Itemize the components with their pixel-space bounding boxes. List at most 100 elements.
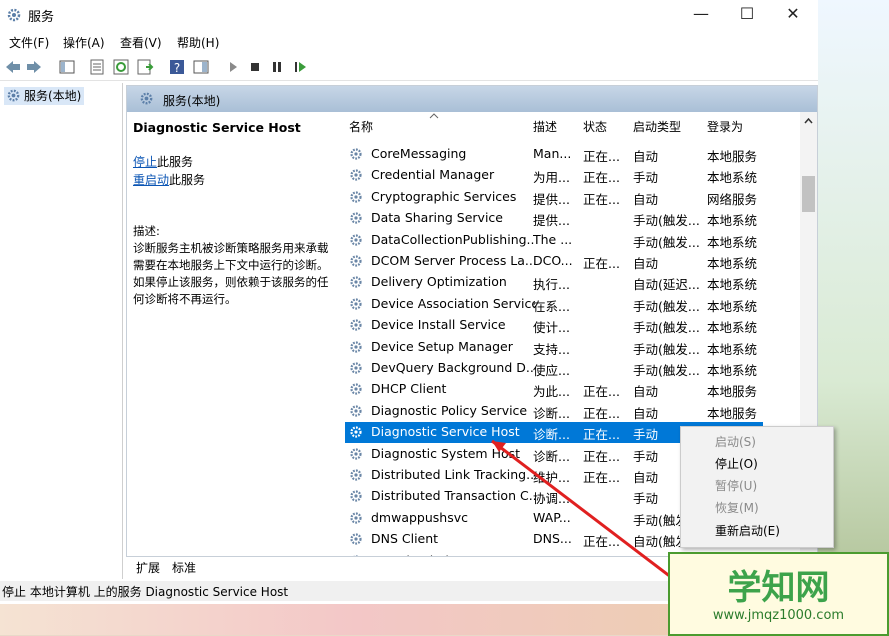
service-logon: 本地系统 xyxy=(707,277,758,293)
maximize-button[interactable]: ☐ xyxy=(724,0,770,28)
service-gear-icon xyxy=(350,212,362,224)
service-name: DHCP Client xyxy=(371,381,447,397)
col-status[interactable]: 状态 xyxy=(583,118,607,135)
service-gear-icon xyxy=(350,233,362,246)
service-status: 正在... xyxy=(583,405,620,421)
service-description: 协调... xyxy=(533,491,570,507)
minimize-button[interactable]: — xyxy=(678,0,724,28)
service-name: Device Install Service xyxy=(371,317,506,333)
pause-service-icon[interactable] xyxy=(268,58,286,76)
service-status: 正在... xyxy=(583,448,620,464)
refresh-icon[interactable] xyxy=(112,58,130,76)
ctx-resume[interactable]: 恢复(M) xyxy=(715,499,759,516)
service-description: 提供... xyxy=(533,213,570,229)
tab-standard[interactable]: 标准 xyxy=(172,559,196,576)
stop-suffix: 此服务 xyxy=(157,155,194,169)
service-status: 正在... xyxy=(583,384,620,400)
service-row[interactable]: Cryptographic Services 提供... 正在... 自动 网络服务 xyxy=(345,187,763,208)
sort-up-icon xyxy=(429,113,439,119)
service-row[interactable]: DevQuery Background D... 使应... 手动(触发... 本地系… xyxy=(345,358,763,379)
service-name: Distributed Transaction C... xyxy=(371,488,535,504)
action-pane-icon[interactable] xyxy=(192,58,210,76)
service-row[interactable]: DCOM Server Process La... DCO... 正在... 自动 本地… xyxy=(345,251,763,272)
col-startup-type[interactable]: 启动类型 xyxy=(633,118,681,135)
service-gear-icon xyxy=(350,255,362,267)
service-description: 执行... xyxy=(533,277,570,293)
service-row[interactable]: Delivery Optimization 执行... 自动(延迟... 本地系统 xyxy=(345,272,763,293)
ctx-start[interactable]: 启动(S) xyxy=(715,433,756,450)
properties-icon[interactable] xyxy=(88,58,106,76)
svg-text:?: ? xyxy=(174,61,180,75)
service-description-panel: Diagnostic Service Host 停止此服务 重启动此服务 描述:… xyxy=(133,120,333,308)
tree-node-services-local[interactable]: 服务(本地) xyxy=(4,87,85,105)
service-gear-icon xyxy=(350,405,362,417)
scrollbar-thumb[interactable] xyxy=(802,176,815,212)
service-logon: 本地系统 xyxy=(707,298,758,314)
service-name: DCOM Server Process La... xyxy=(371,253,535,268)
service-row[interactable]: Device Install Service 使计... 手动(触发... 本地系统 xyxy=(345,315,763,336)
menu-action[interactable]: 操作(A) xyxy=(63,34,105,51)
service-description: 支持... xyxy=(533,341,570,357)
col-name[interactable]: 名称 xyxy=(349,118,373,135)
service-startup-type: 手动(触发... xyxy=(633,213,700,229)
service-row[interactable]: Device Setup Manager 支持... 手动(触发... 本地系统 xyxy=(345,337,763,358)
service-logon: 本地系统 xyxy=(707,256,758,271)
stop-service-link[interactable]: 停止 xyxy=(133,155,157,169)
service-logon: 本地系统 xyxy=(707,320,758,336)
service-row[interactable]: CoreMessaging Man... 正在... 自动 本地服务 xyxy=(345,144,763,165)
col-logon-as[interactable]: 登录为 xyxy=(707,118,743,135)
service-name: CoreMessaging xyxy=(371,146,467,161)
menu-help[interactable]: 帮助(H) xyxy=(177,34,219,51)
service-description: 为用... xyxy=(533,170,570,186)
watermark: 学知网 www.jmqz1000.com xyxy=(668,552,889,636)
forward-arrow-icon[interactable] xyxy=(25,58,43,76)
service-status: 正在... xyxy=(583,427,620,443)
service-description: 在系... xyxy=(533,298,570,314)
description-text: 诊断服务主机被诊断策略服务用来承载需要在本地服务上下文中运行的诊断。如果停止该服… xyxy=(133,241,329,306)
service-name: Delivery Optimization xyxy=(371,274,507,290)
close-button[interactable]: ✕ xyxy=(770,0,816,28)
services-gear-icon xyxy=(7,8,21,22)
service-gear-icon xyxy=(350,490,362,502)
restart-service-link[interactable]: 重启动 xyxy=(133,173,169,187)
service-startup-type: 手动(触发... xyxy=(633,298,700,314)
service-gear-icon xyxy=(350,469,362,481)
service-row[interactable]: Diagnostic Policy Service 诊断... 正在... 自动 本地服… xyxy=(345,401,763,422)
service-gear-icon xyxy=(350,191,362,203)
service-name: DataCollectionPublishing... xyxy=(371,231,535,247)
ctx-stop[interactable]: 停止(O) xyxy=(715,455,758,472)
service-name: Device Association Service xyxy=(371,295,535,311)
service-status: 正在... xyxy=(583,149,620,164)
col-description[interactable]: 描述 xyxy=(533,118,557,135)
export-list-icon[interactable] xyxy=(136,58,154,76)
console-tree-icon[interactable] xyxy=(58,58,76,76)
service-row[interactable]: DHCP Client 为此... 正在... 自动 本地服务 xyxy=(345,379,763,400)
service-gear-icon xyxy=(350,319,362,331)
start-service-icon[interactable] xyxy=(224,58,242,76)
service-description: The ... xyxy=(533,231,573,247)
help-icon[interactable]: ? xyxy=(168,58,186,76)
restart-service-icon[interactable] xyxy=(292,58,310,76)
service-row[interactable]: Credential Manager 为用... 正在... 手动 本地系统 xyxy=(345,165,763,186)
ctx-restart[interactable]: 重新启动(E) xyxy=(715,522,780,539)
services-gear-icon xyxy=(140,92,153,105)
menu-view[interactable]: 查看(V) xyxy=(120,34,162,51)
service-description: 诊断... xyxy=(533,448,570,464)
service-startup-type: 自动 xyxy=(633,256,659,271)
service-name: dmwappushsvc xyxy=(371,509,469,525)
ctx-pause[interactable]: 暂停(U) xyxy=(715,477,757,494)
service-row[interactable]: DataCollectionPublishing... The ... 手动(触发.… xyxy=(345,230,763,251)
service-name: Downloaded Maps Man... xyxy=(371,553,535,556)
service-description: 诊断... xyxy=(533,405,570,421)
scroll-up-icon[interactable] xyxy=(804,118,813,124)
back-arrow-icon[interactable] xyxy=(4,58,22,76)
service-row[interactable]: Data Sharing Service 提供... 手动(触发... 本地系统 xyxy=(345,208,763,229)
stop-service-icon[interactable] xyxy=(246,58,264,76)
service-status: 正在... xyxy=(583,256,620,271)
menu-file[interactable]: 文件(F) xyxy=(9,34,49,51)
service-description: DCO... xyxy=(533,253,573,268)
service-logon: 本地系统 xyxy=(707,170,758,186)
service-row[interactable]: Device Association Service 在系... 手动(触发... 本… xyxy=(345,294,763,315)
column-header-row: 名称 描述 状态 启动类型 登录为 xyxy=(337,112,807,140)
tab-extended[interactable]: 扩展 xyxy=(136,559,160,576)
